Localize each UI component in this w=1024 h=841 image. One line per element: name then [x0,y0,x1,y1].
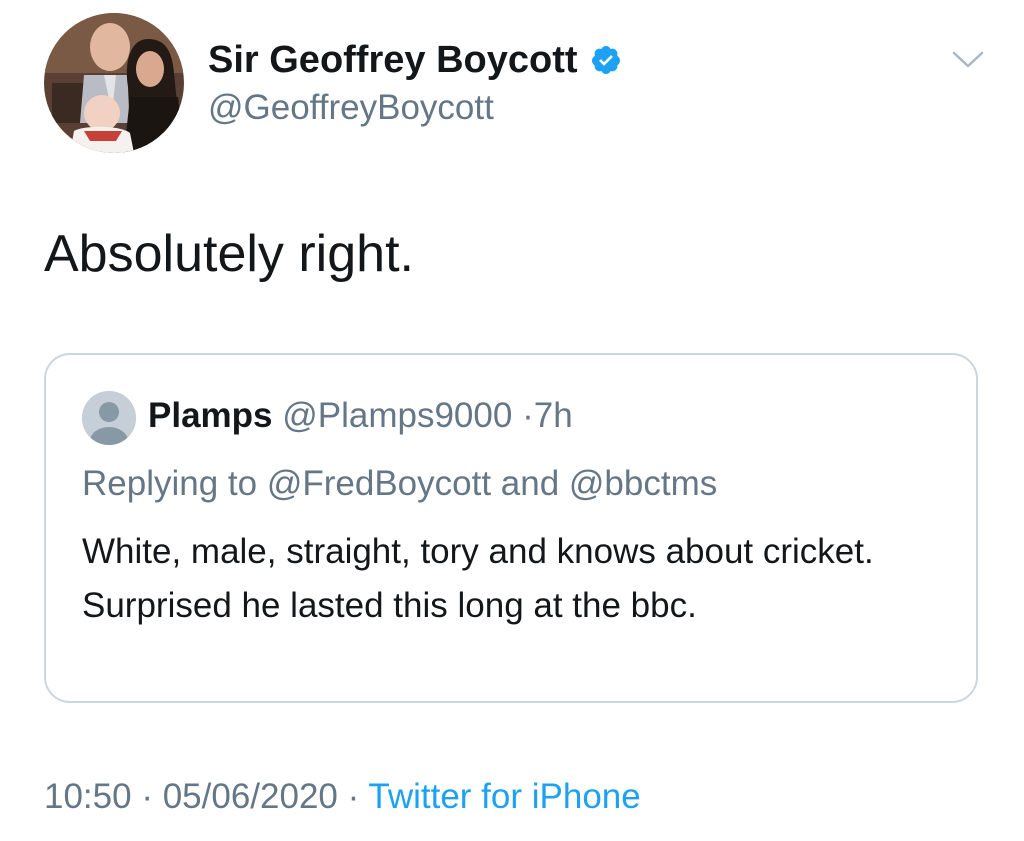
tweet-metadata: 10:50 · 05/06/2020 · Twitter for iPhone [44,774,641,820]
verified-badge-icon [591,46,620,74]
quoted-tweet-text: White, male, straight, tory and knows ab… [82,532,874,625]
tweet-date: 05/06/2020 [162,777,338,816]
header-separator: · [522,396,534,435]
tweet-text: Absolutely right. [44,225,414,283]
quoted-author-avatar[interactable] [82,391,136,445]
replying-to-line: Replying to @FredBoycott and @bbctms [82,464,718,503]
chevron-down-icon[interactable] [948,44,988,74]
quoted-author-name[interactable]: Plamps [148,396,273,435]
author-avatar[interactable] [44,13,184,153]
author-name-text: Sir Geoffrey Boycott [208,39,578,81]
quoted-tweet-age: 7h [533,396,573,435]
quoted-tweet-header: Plamps @Plamps9000 ·7h [148,393,573,439]
author-display-name[interactable]: Sir Geoffrey Boycott [208,36,622,84]
quoted-tweet-card[interactable]: Plamps @Plamps9000 ·7h Replying to @Fred… [44,353,978,703]
avatar-photo [44,13,184,153]
default-avatar-icon [82,391,136,445]
meta-separator: · [141,777,153,816]
meta-separator: · [347,777,360,816]
tweet-source-link[interactable]: Twitter for iPhone [368,777,640,816]
quoted-author-handle[interactable]: @Plamps9000 [282,396,512,435]
tweet-time: 10:50 [44,777,132,816]
author-handle[interactable]: @GeoffreyBoycott [208,86,494,130]
